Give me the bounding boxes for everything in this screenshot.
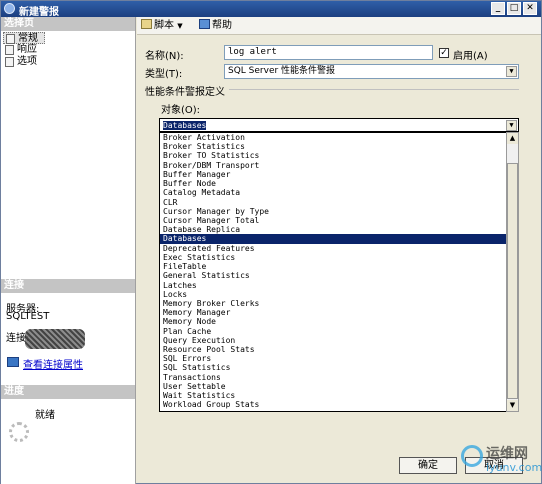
list-item[interactable]: Database Replica: [160, 225, 506, 234]
chevron-down-icon[interactable]: ▼: [506, 66, 517, 77]
scroll-down-icon[interactable]: ▼: [507, 400, 518, 411]
list-item[interactable]: Cursor Manager by Type: [160, 207, 506, 216]
script-button[interactable]: 脚本 ▼: [141, 19, 183, 33]
page-general-label: 常规: [18, 33, 38, 44]
window-title: 新建警报: [19, 7, 59, 18]
list-item[interactable]: User Settable: [160, 382, 506, 391]
script-icon: [141, 19, 152, 29]
list-item[interactable]: Cursor Manager Total: [160, 216, 506, 225]
list-item[interactable]: General Statistics: [160, 271, 506, 280]
list-item[interactable]: Wait Statistics: [160, 391, 506, 400]
close-icon[interactable]: ✕: [523, 2, 537, 15]
page-general[interactable]: 常规: [3, 32, 45, 44]
view-connection-properties-link[interactable]: 查看连接属性: [23, 356, 83, 371]
connection-properties-icon: [7, 357, 19, 367]
object-value: Databases: [163, 121, 207, 130]
help-button[interactable]: 帮助: [199, 19, 232, 33]
progress-header: 进度: [1, 385, 135, 399]
list-item[interactable]: Resource Pool Stats: [160, 345, 506, 354]
list-item[interactable]: Databases: [160, 234, 506, 244]
minimize-icon[interactable]: _: [491, 2, 505, 15]
page-icon: [6, 34, 15, 44]
chevron-down-icon: ▼: [177, 22, 183, 30]
object-dropdown[interactable]: Databases ▼: [159, 118, 519, 132]
list-item[interactable]: SQL Statistics: [160, 363, 506, 372]
list-item[interactable]: Memory Broker Clerks: [160, 299, 506, 308]
page-response[interactable]: 响应: [3, 44, 37, 56]
chevron-down-icon[interactable]: ▼: [506, 120, 517, 131]
scroll-thumb[interactable]: [507, 163, 518, 399]
select-page-header: 选择页: [1, 17, 135, 31]
new-alert-dialog: 新建警报 _ □ ✕ 选择页 常规 响应 选项 连接 服务器: SQLTEST …: [0, 0, 542, 484]
list-item[interactable]: Plan Cache: [160, 327, 506, 336]
list-item[interactable]: Latches: [160, 281, 506, 290]
watermark: 运维网 iyunv.com: [461, 441, 542, 481]
watermark-logo-icon: [461, 445, 483, 467]
watermark-url: iyunv.com: [486, 461, 542, 474]
section-label: 性能条件警报定义: [145, 87, 225, 98]
list-item[interactable]: Query Execution: [160, 336, 506, 345]
name-label: 名称(N):: [145, 51, 184, 62]
help-label: 帮助: [212, 20, 232, 31]
object-label: 对象(O):: [161, 105, 201, 116]
page-icon: [5, 45, 14, 55]
title-bar: 新建警报 _ □ ✕: [1, 1, 541, 18]
type-value: SQL Server 性能条件警报: [228, 66, 336, 76]
page-icon: [5, 57, 14, 67]
scroll-up-icon[interactable]: ▲: [507, 133, 518, 144]
type-label: 类型(T):: [145, 69, 183, 80]
progress-spinner-icon: [9, 422, 29, 442]
list-item[interactable]: Buffer Manager: [160, 170, 506, 179]
name-input[interactable]: log alert: [224, 45, 433, 60]
redacted-connection: [25, 329, 85, 349]
maximize-icon[interactable]: □: [507, 2, 521, 15]
list-item[interactable]: FileTable: [160, 262, 506, 271]
list-item[interactable]: Broker Statistics: [160, 142, 506, 151]
progress-status: 就绪: [35, 410, 55, 421]
list-scrollbar[interactable]: ▲ ▼: [506, 132, 519, 412]
type-dropdown[interactable]: SQL Server 性能条件警报 ▼: [224, 64, 519, 79]
list-item[interactable]: Broker/DBM Transport: [160, 161, 506, 170]
list-item[interactable]: Memory Manager: [160, 308, 506, 317]
ok-button[interactable]: 确定: [399, 457, 457, 474]
list-item[interactable]: SQL Errors: [160, 354, 506, 363]
list-item[interactable]: Broker Activation: [160, 133, 506, 142]
list-item[interactable]: Memory Node: [160, 317, 506, 326]
toolbar: 脚本 ▼ 帮助: [137, 17, 541, 35]
app-icon: [4, 3, 15, 14]
watermark-text: 运维网: [486, 446, 528, 462]
script-label: 脚本: [154, 20, 174, 31]
list-item[interactable]: Broker TO Statistics: [160, 151, 506, 160]
list-item[interactable]: Buffer Node: [160, 179, 506, 188]
list-item[interactable]: Workload Group Stats: [160, 400, 506, 409]
list-item[interactable]: Locks: [160, 290, 506, 299]
help-icon: [199, 19, 210, 29]
enable-checkbox[interactable]: ✓: [439, 48, 449, 58]
list-item[interactable]: Deprecated Features: [160, 244, 506, 253]
server-value: SQLTEST: [6, 311, 50, 322]
enable-label: 启用(A): [453, 51, 488, 62]
page-options-label: 选项: [17, 56, 37, 67]
object-options-list[interactable]: Broker Activation Broker Statistics Broker…: [159, 132, 507, 412]
left-pane: 选择页 常规 响应 选项 连接 服务器: SQLTEST 连接: 查看连接属性 …: [1, 17, 136, 484]
section-divider: [229, 89, 519, 90]
connection-header: 连接: [1, 279, 135, 293]
page-options[interactable]: 选项: [3, 56, 37, 68]
page-response-label: 响应: [17, 44, 37, 55]
list-item[interactable]: Exec Statistics: [160, 253, 506, 262]
list-item[interactable]: Catalog Metadata: [160, 188, 506, 197]
list-item[interactable]: Transactions: [160, 373, 506, 382]
list-item[interactable]: CLR: [160, 198, 506, 207]
